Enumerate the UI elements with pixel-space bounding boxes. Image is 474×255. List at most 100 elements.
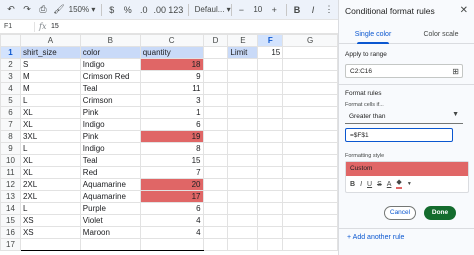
cell[interactable] xyxy=(257,130,284,143)
row-header[interactable]: 12 xyxy=(0,178,21,191)
print-icon[interactable]: ⎙ xyxy=(36,2,50,18)
cell-quantity[interactable]: 4 xyxy=(139,214,204,227)
cell[interactable] xyxy=(257,178,284,191)
cell-quantity[interactable]: 11 xyxy=(139,82,204,95)
cell[interactable] xyxy=(257,214,284,227)
cell-header-shirt-size[interactable]: shirt_size xyxy=(19,46,81,59)
cell[interactable] xyxy=(227,82,259,95)
done-button[interactable]: Done xyxy=(424,206,456,220)
cell[interactable] xyxy=(227,226,259,239)
row-header[interactable]: 3 xyxy=(0,70,21,83)
col-header[interactable]: C xyxy=(139,34,204,47)
cell[interactable] xyxy=(257,94,284,107)
underline-icon[interactable]: U xyxy=(367,181,372,188)
cell[interactable] xyxy=(282,58,338,71)
cell[interactable] xyxy=(227,166,259,179)
increase-decimal-icon[interactable]: .00 xyxy=(153,2,167,18)
cell[interactable] xyxy=(202,58,229,71)
cell-quantity[interactable]: 3 xyxy=(139,94,204,107)
cell-color[interactable]: Purple xyxy=(79,202,141,215)
row-header[interactable]: 4 xyxy=(0,82,21,95)
cell[interactable] xyxy=(257,190,284,203)
cell-shirt-size[interactable]: 2XL xyxy=(19,190,81,203)
cell[interactable] xyxy=(282,82,338,95)
row-header[interactable]: 14 xyxy=(0,202,21,215)
fill-color-icon[interactable]: ◆ xyxy=(396,179,402,189)
cell[interactable] xyxy=(227,142,259,155)
cell[interactable] xyxy=(227,154,259,167)
cell[interactable] xyxy=(202,70,229,83)
cell[interactable] xyxy=(282,166,338,179)
cell[interactable] xyxy=(282,226,338,239)
cell[interactable] xyxy=(257,58,284,71)
cell[interactable] xyxy=(257,202,284,215)
spreadsheet-grid[interactable]: A B C D E F G 1 shirt_size color quantity Li… xyxy=(0,34,338,255)
col-header[interactable]: A xyxy=(19,34,81,47)
cell-shirt-size[interactable]: XL xyxy=(19,106,81,119)
cell-color[interactable]: Crimson Red xyxy=(79,70,141,83)
bold-icon[interactable]: B xyxy=(290,2,304,18)
cell-color[interactable]: Indigo xyxy=(79,58,141,71)
row-header[interactable]: 9 xyxy=(0,142,21,155)
cell-limit-value[interactable]: 15 xyxy=(257,46,284,59)
cell-quantity[interactable]: 20 xyxy=(139,178,204,191)
formula-input[interactable]: 15 xyxy=(51,23,59,30)
tab-single-color[interactable]: Single color xyxy=(339,28,407,44)
cell[interactable] xyxy=(227,94,259,107)
cell-color[interactable]: Indigo xyxy=(79,118,141,131)
cell-color[interactable]: Pink xyxy=(79,130,141,143)
row-header[interactable]: 16 xyxy=(0,226,21,239)
cell[interactable] xyxy=(227,238,259,251)
close-icon[interactable]: ✕ xyxy=(460,5,468,16)
cell-color[interactable]: Teal xyxy=(79,82,141,95)
row-header[interactable]: 11 xyxy=(0,166,21,179)
cell-color[interactable]: Violet xyxy=(79,214,141,227)
cell-color[interactable]: Maroon xyxy=(79,226,141,239)
bold-icon[interactable]: B xyxy=(350,181,355,188)
col-header[interactable]: D xyxy=(202,34,229,47)
more-icon[interactable]: ⋮ xyxy=(322,2,336,18)
cell[interactable] xyxy=(202,94,229,107)
cell[interactable] xyxy=(282,46,338,59)
cell-quantity[interactable]: 17 xyxy=(139,190,204,203)
cell-shirt-size[interactable] xyxy=(19,238,81,251)
cell[interactable] xyxy=(202,178,229,191)
tab-color-scale[interactable]: Color scale xyxy=(407,28,474,43)
decrease-decimal-icon[interactable]: .0 xyxy=(137,2,151,18)
cell[interactable] xyxy=(257,238,284,251)
cell[interactable] xyxy=(202,82,229,95)
cell[interactable] xyxy=(282,118,338,131)
cell-shirt-size[interactable]: M xyxy=(19,70,81,83)
cell-color[interactable]: Red xyxy=(79,166,141,179)
row-header[interactable]: 1 xyxy=(0,46,21,59)
cell-color[interactable]: Indigo xyxy=(79,142,141,155)
cell-shirt-size[interactable]: L xyxy=(19,202,81,215)
cell[interactable] xyxy=(227,58,259,71)
cell-quantity[interactable] xyxy=(139,238,204,251)
cell[interactable] xyxy=(282,70,338,83)
condition-select[interactable]: Greater than ▼ xyxy=(345,110,463,124)
value-input[interactable]: =$F$1 xyxy=(345,128,453,142)
italic-icon[interactable]: I xyxy=(360,181,362,188)
increase-font-icon[interactable]: + xyxy=(267,2,281,18)
cell[interactable] xyxy=(282,130,338,143)
col-header[interactable]: G xyxy=(282,34,338,47)
row-header[interactable]: 2 xyxy=(0,58,21,71)
cell[interactable] xyxy=(282,214,338,227)
name-box[interactable]: F1 xyxy=(0,23,30,30)
cell-shirt-size[interactable]: XS xyxy=(19,214,81,227)
strikethrough-icon[interactable]: S xyxy=(377,181,382,188)
cell[interactable] xyxy=(282,142,338,155)
col-header[interactable]: F xyxy=(257,34,284,47)
cell[interactable] xyxy=(227,106,259,119)
cell-shirt-size[interactable]: S xyxy=(19,58,81,71)
cell-quantity[interactable]: 19 xyxy=(139,130,204,143)
row-header[interactable]: 17 xyxy=(0,238,21,251)
paint-format-icon[interactable]: 🖌 xyxy=(52,2,66,18)
cell[interactable] xyxy=(202,202,229,215)
fill-dropdown-icon[interactable]: ▼ xyxy=(407,181,412,187)
cancel-button[interactable]: Cancel xyxy=(384,206,416,220)
cell[interactable] xyxy=(227,178,259,191)
style-preview[interactable]: Custom xyxy=(346,162,468,176)
cell-shirt-size[interactable]: 2XL xyxy=(19,178,81,191)
